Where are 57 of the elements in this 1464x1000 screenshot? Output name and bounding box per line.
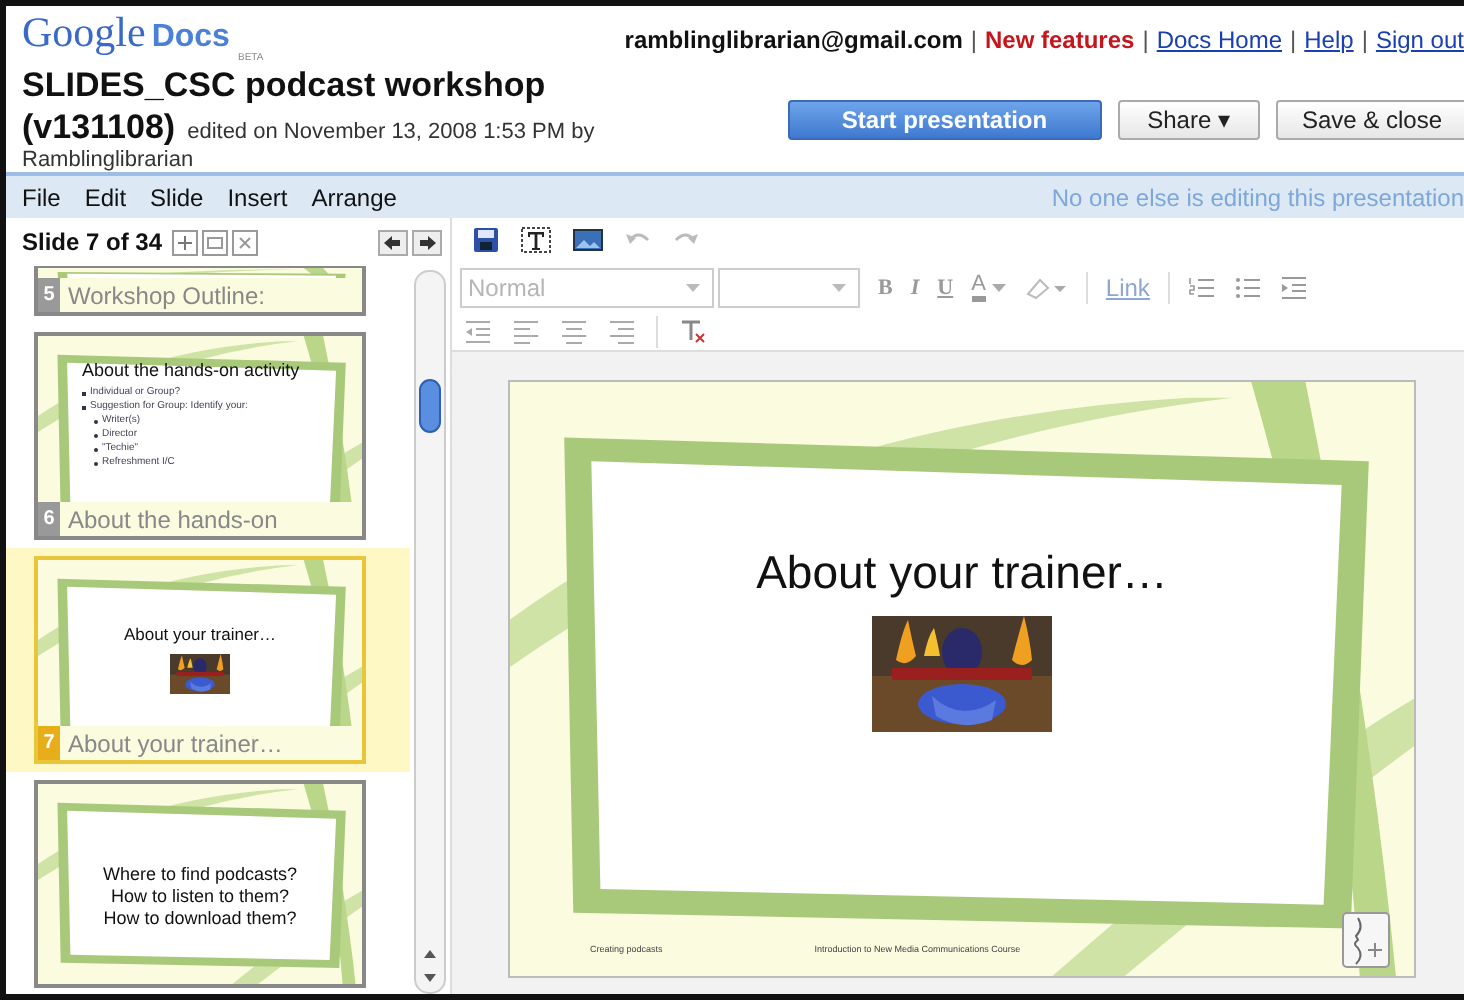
save-close-button[interactable]: Save & close <box>1275 100 1464 140</box>
account-email: ramblinglibrarian@gmail.com <box>624 26 963 54</box>
document-title: SLIDES_CSC podcast workshop <box>22 66 548 106</box>
edit-info: edited on November 13, 2008 1:53 PM by <box>187 120 595 144</box>
slide-text: How to listen to them? <box>108 886 292 908</box>
align-right-icon[interactable] <box>608 320 636 344</box>
menu-item[interactable]: Insert <box>227 183 288 211</box>
delete-slide-icon[interactable] <box>232 229 259 255</box>
caret-icon[interactable] <box>991 284 1006 292</box>
slide-number: 6 <box>38 502 60 536</box>
header-link[interactable]: Help <box>1304 26 1354 54</box>
slide-text: How to download them? <box>101 908 299 930</box>
slide-title: About your trainer… <box>756 546 1168 600</box>
slide-counter: Slide 7 of 34 <box>22 228 163 256</box>
slide-text: Where to find podcasts? <box>100 864 300 886</box>
bulleted-list-icon[interactable] <box>1233 276 1262 300</box>
menu-item[interactable]: Edit <box>84 183 127 211</box>
menu-item[interactable]: Arrange <box>311 183 397 211</box>
separator: | <box>970 26 977 54</box>
font-size-dropdown[interactable] <box>718 268 860 308</box>
duplicate-slide-icon[interactable] <box>202 229 229 255</box>
highlighter-icon[interactable] <box>1023 276 1068 300</box>
separator: | <box>1142 26 1149 54</box>
caret-icon <box>832 284 846 292</box>
new-features-link[interactable]: New features <box>985 26 1135 54</box>
outdent-icon[interactable] <box>464 320 492 344</box>
align-left-icon[interactable] <box>512 320 540 344</box>
speaker-notes-icon[interactable] <box>1342 912 1390 968</box>
clear-formatting-icon[interactable] <box>678 320 706 344</box>
header-link[interactable]: Sign out <box>1375 26 1464 54</box>
collaboration-status: No one else is editing this presentation <box>1051 183 1464 211</box>
text-box-icon[interactable] <box>520 226 552 254</box>
align-center-icon[interactable] <box>560 320 588 344</box>
separator: | <box>1361 26 1368 54</box>
move-down-icon[interactable] <box>412 229 442 255</box>
document-version: (v131108) <box>22 108 176 148</box>
header-link[interactable]: Docs Home <box>1156 26 1283 54</box>
image-icon[interactable] <box>572 226 604 254</box>
move-up-icon[interactable] <box>378 229 408 255</box>
separator: | <box>1290 26 1297 54</box>
menu-item[interactable]: File <box>22 183 61 211</box>
numbered-list-icon[interactable] <box>1187 276 1216 300</box>
share-button[interactable]: Share ▾ <box>1117 100 1260 140</box>
slide-heading: About your trainer… <box>121 624 279 644</box>
caret-icon <box>686 284 700 292</box>
scrollbar[interactable] <box>414 270 446 994</box>
add-slide-icon[interactable] <box>172 229 199 255</box>
slide-number: 7 <box>38 726 60 760</box>
save-icon[interactable] <box>472 226 500 254</box>
indent-icon[interactable] <box>1279 276 1308 300</box>
slide-caption: Workshop Outline: <box>68 281 265 309</box>
slide-thumbnail[interactable]: About your trainer… 7 About your trainer… <box>6 548 410 772</box>
slide-number: 5 <box>38 278 60 312</box>
author-name: Ramblinglibrarian <box>22 148 196 172</box>
menu-item[interactable]: Slide <box>150 183 204 211</box>
slide-caption: About the hands-on <box>68 505 278 533</box>
slide-caption: About your trainer… <box>68 729 283 757</box>
